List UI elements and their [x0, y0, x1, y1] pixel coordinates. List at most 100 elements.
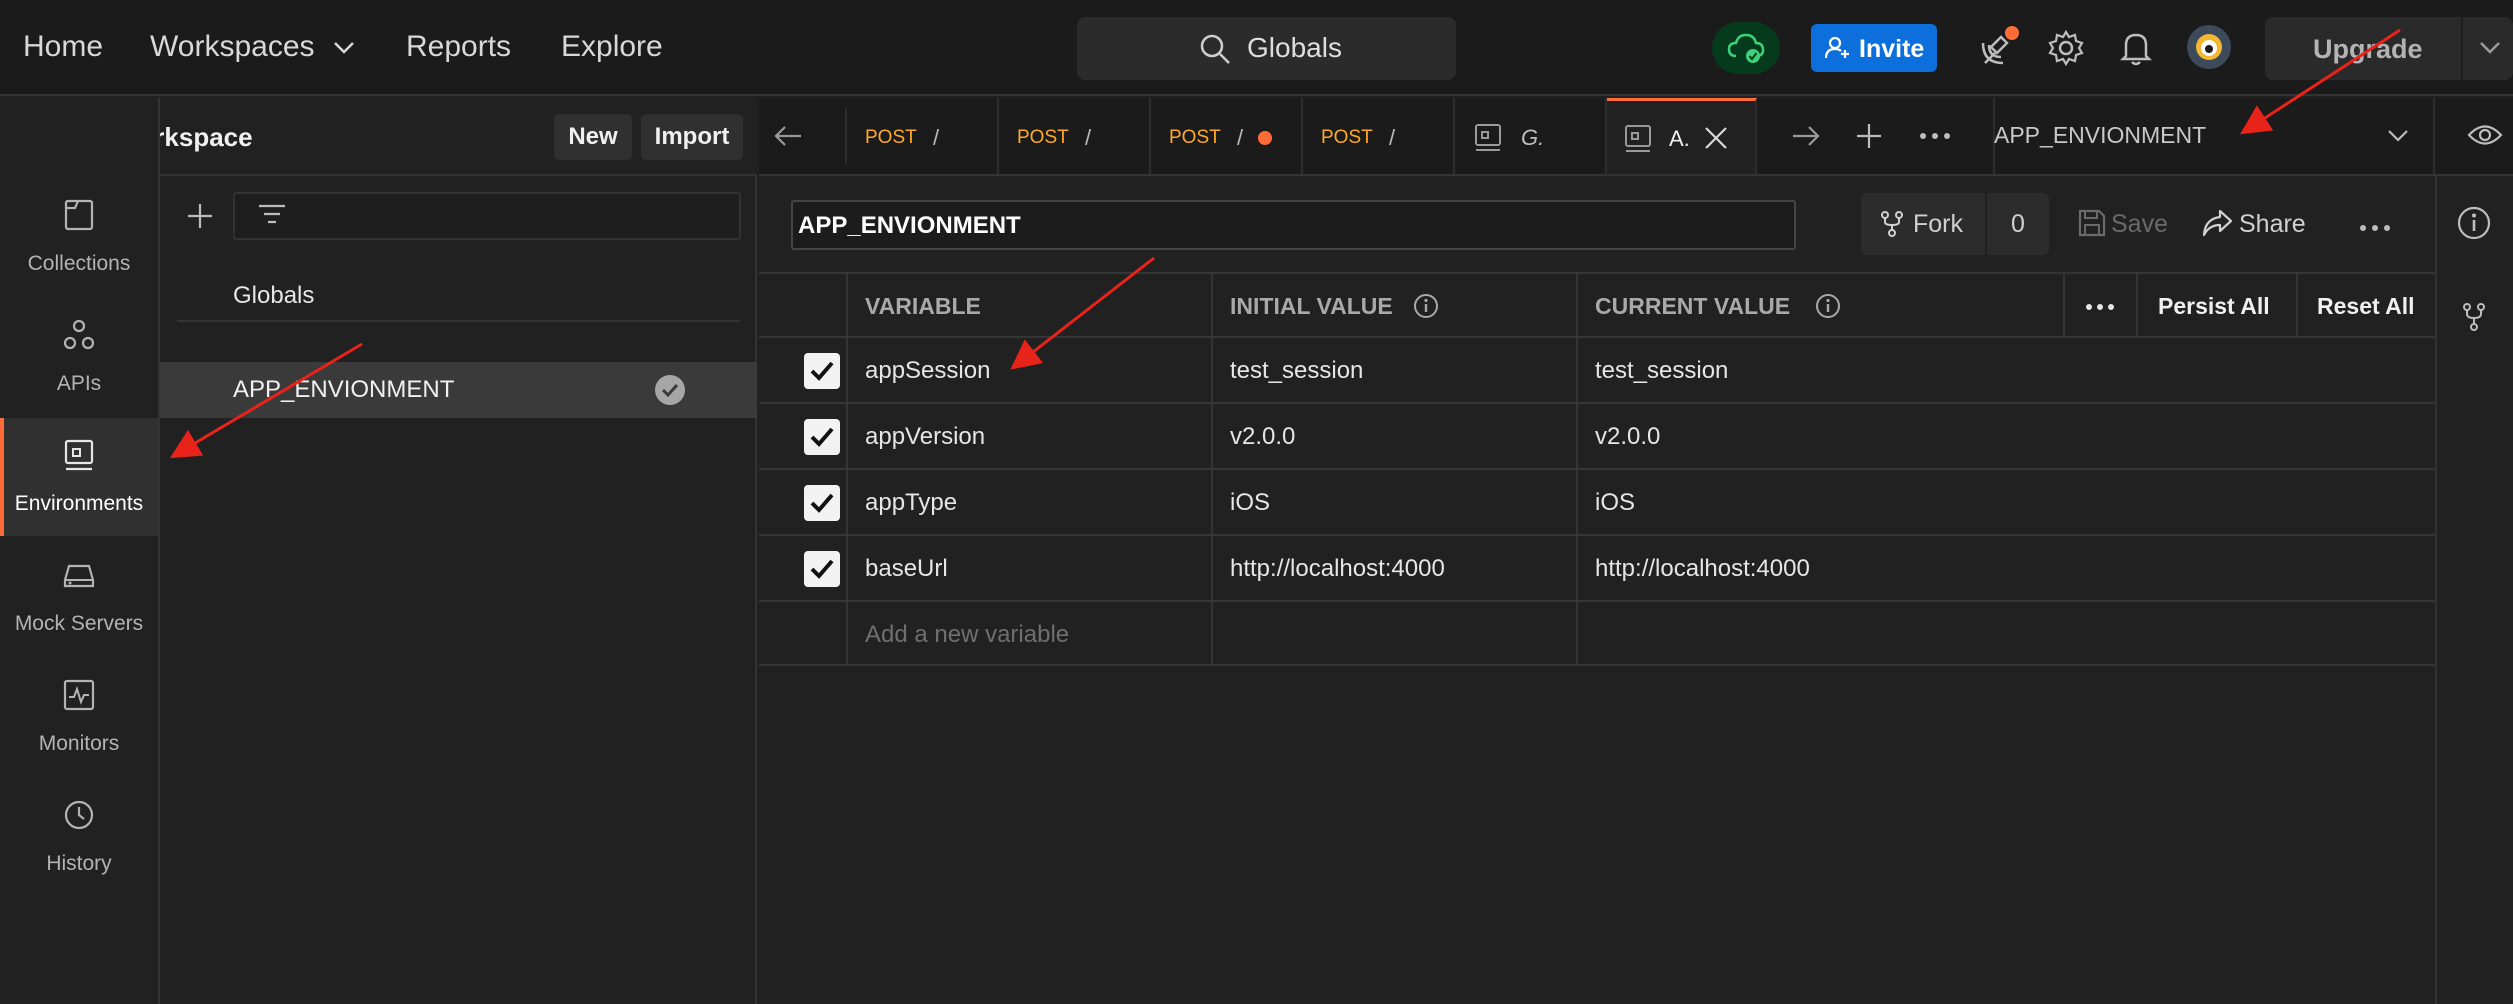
tab-app-envionment[interactable]: A. [1607, 98, 1757, 174]
settings-gear-icon[interactable] [2048, 30, 2084, 66]
active-check-icon[interactable] [654, 374, 686, 406]
search-bar[interactable]: Globals [1077, 17, 1456, 80]
environments-icon [64, 439, 94, 471]
reset-all-label: Reset All [2317, 293, 2415, 319]
rail-item-collections[interactable]: Collections [0, 178, 158, 296]
environment-selector[interactable]: APP_ENVIONMENT [1994, 122, 2206, 149]
fork-divider [1985, 193, 1987, 255]
variable-cell[interactable]: appType [848, 470, 1213, 534]
tab-post-1[interactable]: POST / [847, 98, 999, 174]
table-row: appSession test_session test_session [759, 338, 2435, 404]
globals-label: Globals [233, 282, 315, 309]
variable-cell[interactable]: appVersion [848, 404, 1213, 468]
back-arrow-icon[interactable] [773, 124, 803, 148]
current-value: test_session [1595, 357, 1729, 384]
reset-all-button[interactable]: Reset All [2298, 274, 2435, 336]
current-value-cell[interactable]: test_session [1578, 338, 2435, 402]
tab-path: / [1237, 125, 1244, 150]
new-button[interactable]: New [554, 114, 632, 160]
invite-label: Invite [1859, 35, 1925, 63]
variable-name: baseUrl [865, 555, 948, 582]
initial-value-cell[interactable]: v2.0.0 [1213, 404, 1578, 468]
environment-name-input[interactable]: APP_ENVIONMENT [791, 200, 1796, 250]
checkbox-cell [759, 470, 848, 534]
checkbox-checked[interactable] [804, 353, 840, 389]
info-icon[interactable] [1815, 293, 1841, 319]
nav-reports[interactable]: Reports [406, 30, 511, 64]
current-value-cell[interactable]: http://localhost:4000 [1578, 536, 2435, 600]
tab-method: POST [1169, 127, 1221, 148]
more-options-icon[interactable] [2359, 223, 2391, 233]
column-options[interactable] [2065, 274, 2138, 336]
nav-home[interactable]: Home [23, 30, 103, 64]
current-value: v2.0.0 [1595, 423, 1661, 450]
close-icon[interactable] [1703, 125, 1729, 151]
fork-icon [1881, 211, 1903, 237]
variable-cell[interactable]: baseUrl [848, 536, 1213, 600]
table-header-row: VARIABLE INITIAL VALUE CURRENT VALUE Per… [759, 272, 2435, 338]
current-value-cell[interactable]: iOS [1578, 470, 2435, 534]
current-value-header: CURRENT VALUE [1578, 274, 2065, 336]
add-icon[interactable] [186, 202, 214, 230]
chevron-down-icon[interactable] [2479, 41, 2501, 55]
current-value-header-label: CURRENT VALUE [1595, 293, 1791, 319]
rail-item-monitors[interactable]: Monitors [0, 658, 158, 776]
filter-input[interactable] [233, 192, 741, 240]
import-button[interactable]: Import [641, 114, 743, 160]
notifications-bell-icon[interactable] [2120, 30, 2152, 66]
forward-arrow-icon[interactable] [1791, 124, 1821, 148]
checkbox-checked[interactable] [804, 419, 840, 455]
initial-value: test_session [1230, 357, 1364, 384]
more-options-icon[interactable] [1919, 131, 1951, 141]
initial-value: iOS [1230, 489, 1271, 516]
initial-value-cell[interactable]: iOS [1213, 470, 1578, 534]
chevron-down-icon [333, 42, 354, 54]
current-value-cell[interactable] [1578, 602, 2435, 664]
variable-cell[interactable]: appSession [848, 338, 1213, 402]
current-value-cell[interactable]: v2.0.0 [1578, 404, 2435, 468]
unsaved-dot-icon [1258, 131, 1272, 145]
initial-value-cell[interactable]: http://localhost:4000 [1213, 536, 1578, 600]
checkbox-checked[interactable] [804, 485, 840, 521]
upgrade-button[interactable]: Upgrade [2265, 17, 2513, 80]
sidebar-item-globals[interactable]: Globals [177, 272, 740, 322]
rail-item-mock-servers[interactable]: Mock Servers [0, 538, 158, 656]
eye-icon[interactable] [2467, 122, 2503, 148]
rail-item-environments[interactable]: Environments [0, 418, 158, 536]
tab-post-3[interactable]: POST / [1151, 98, 1303, 174]
fork-button[interactable]: Fork 0 [1861, 193, 2049, 255]
new-tab-plus-icon[interactable] [1855, 122, 1883, 150]
chevron-down-icon[interactable] [2387, 129, 2409, 143]
fork-count[interactable]: 0 [2011, 210, 2025, 239]
persist-all-button[interactable]: Persist All [2138, 274, 2298, 336]
rail-item-apis[interactable]: APIs [0, 298, 158, 416]
tab-globals[interactable]: G. [1455, 98, 1607, 174]
rail-item-history[interactable]: History [0, 778, 158, 896]
invite-button[interactable]: Invite [1811, 24, 1937, 72]
add-variable-row: Add a new variable [759, 602, 2435, 666]
info-icon[interactable] [1413, 293, 1439, 319]
initial-value-cell[interactable]: test_session [1213, 338, 1578, 402]
nav-workspaces[interactable]: Workspaces [150, 30, 355, 64]
table-row: baseUrl http://localhost:4000 http://loc… [759, 536, 2435, 602]
sync-status-button[interactable] [1712, 22, 1780, 74]
initial-value-header: INITIAL VALUE [1213, 274, 1578, 336]
add-variable-input[interactable]: Add a new variable [848, 602, 1213, 664]
search-label: Globals [1247, 32, 1342, 63]
environment-icon [1475, 124, 1501, 151]
avatar[interactable] [2186, 24, 2232, 70]
nav-explore[interactable]: Explore [561, 30, 663, 64]
sidebar-item-app-envionment[interactable]: APP_ENVIONMENT [160, 362, 757, 418]
info-icon[interactable] [2457, 206, 2491, 240]
fork-icon[interactable] [2461, 302, 2487, 332]
upgrade-divider [2461, 17, 2463, 80]
add-variable-placeholder: Add a new variable [865, 621, 1070, 648]
tab-post-2[interactable]: POST / [999, 98, 1151, 174]
table-row: appVersion v2.0.0 v2.0.0 [759, 404, 2435, 470]
rail-label-monitors: Monitors [38, 732, 120, 755]
initial-value-cell[interactable] [1213, 602, 1578, 664]
search-icon [1200, 34, 1230, 64]
tab-post-4[interactable]: POST / [1303, 98, 1455, 174]
satellite-icon[interactable] [1977, 25, 2021, 69]
checkbox-checked[interactable] [804, 551, 840, 587]
